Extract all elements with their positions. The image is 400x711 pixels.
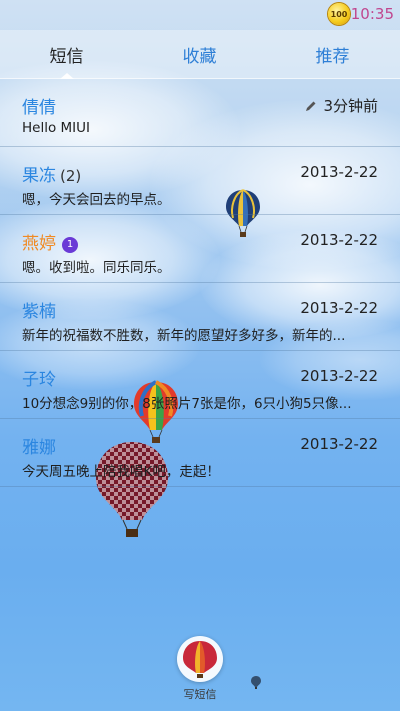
unread-badge: 1 xyxy=(62,237,78,253)
message-snippet: 嗯，今天会回去的早点。 xyxy=(22,192,171,208)
conversation-list: 倩倩 3分钟前 Hello MIUI 果冻 (2) 2013-2-22 嗯，今天会… xyxy=(0,79,400,487)
compose-label: 写短信 xyxy=(183,688,217,701)
conversation-date: 2013-2-22 xyxy=(300,299,378,317)
contact-name: 雅娜 xyxy=(22,438,56,458)
conversation-item[interactable]: 紫楠 2013-2-22 新年的祝福数不胜数，新年的愿望好多好多，新年的... xyxy=(0,283,400,351)
conversation-time: 3分钟前 xyxy=(305,95,378,116)
tab-recommended[interactable]: 推荐 xyxy=(266,30,399,78)
contact-name: 紫楠 xyxy=(22,302,56,322)
sms-screen: 100 10:35 短信 收藏 推荐 倩倩 3分钟前 Hello MIUI 果冻… xyxy=(0,0,400,711)
tab-recommended-label: 推荐 xyxy=(315,46,350,67)
conversation-date: 2013-2-22 xyxy=(300,163,378,181)
conversation-time-text: 3分钟前 xyxy=(323,97,378,115)
balloon-compose-icon xyxy=(183,641,217,678)
contact-name: 燕婷 xyxy=(22,234,56,254)
contact-name: 果冻 xyxy=(22,166,56,186)
tab-favorites[interactable]: 收藏 xyxy=(133,30,266,78)
conversation-item[interactable]: 雅娜 2013-2-22 今天周五晚上陪我唱K吧，走起！ xyxy=(0,419,400,487)
contact-name-wrapper: 果冻 (2) xyxy=(22,161,81,186)
conversation-date: 2013-2-22 xyxy=(300,231,378,249)
conversation-date: 2013-2-22 xyxy=(300,435,378,453)
contact-name-wrapper: 燕婷 1 xyxy=(22,229,78,254)
message-snippet: 今天周五晚上陪我唱K吧，走起！ xyxy=(22,464,220,480)
message-snippet: Hello MIUI xyxy=(22,120,91,136)
message-snippet: 新年的祝福数不胜数，新年的愿望好多好多，新年的... xyxy=(22,328,346,344)
status-bar: 100 10:35 xyxy=(0,0,400,30)
compose-button[interactable] xyxy=(177,636,223,682)
conversation-item[interactable]: 果冻 (2) 2013-2-22 嗯，今天会回去的早点。 xyxy=(0,147,400,215)
tab-bar: 短信 收藏 推荐 xyxy=(0,30,400,79)
conversation-item[interactable]: 燕婷 1 2013-2-22 嗯。收到啦。同乐同乐。 xyxy=(0,215,400,283)
conversation-item[interactable]: 倩倩 3分钟前 Hello MIUI xyxy=(0,79,400,147)
message-snippet: 嗯。收到啦。同乐同乐。 xyxy=(22,260,171,276)
message-count: (2) xyxy=(60,167,82,185)
conversation-date: 2013-2-22 xyxy=(300,367,378,385)
status-time: 10:35 xyxy=(350,5,394,23)
tab-favorites-label: 收藏 xyxy=(182,46,217,67)
tab-messages-label: 短信 xyxy=(49,46,84,67)
hot-air-balloon-image xyxy=(251,676,261,689)
conversation-item[interactable]: 子玲 2013-2-22 10分想念9别的你，8张照片7张是你，6只小狗5只像.… xyxy=(0,351,400,419)
contact-name: 子玲 xyxy=(22,370,56,390)
contact-name: 倩倩 xyxy=(22,98,56,118)
battery-icon: 100 xyxy=(328,3,350,25)
message-snippet: 10分想念9别的你，8张照片7张是你，6只小狗5只像... xyxy=(22,396,352,412)
pencil-icon xyxy=(306,101,316,111)
tab-messages[interactable]: 短信 xyxy=(0,30,133,78)
battery-level: 100 xyxy=(330,9,348,19)
